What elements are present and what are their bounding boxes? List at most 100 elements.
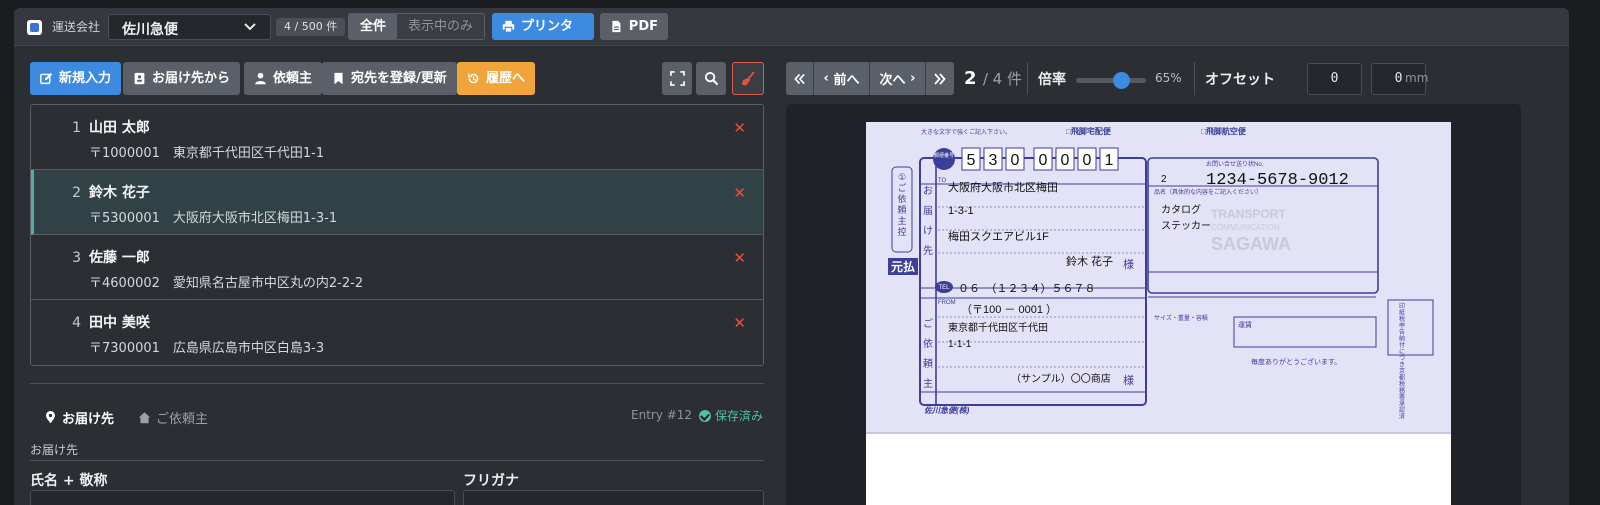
delete-icon[interactable]: ✕ <box>733 249 746 267</box>
shipping-slip: 5300001 郵便番号 2 お問い合せ送り状No. 1234-5678-901… <box>866 122 1451 434</box>
postal-label: 郵便番号 <box>934 152 954 159</box>
history-button[interactable]: 履歴へ <box>457 62 536 95</box>
to-name: 鈴木 花子 <box>1066 254 1113 268</box>
service-2: □飛脚航空便 <box>1201 126 1247 136</box>
register-address-button[interactable]: 宛先を登録/更新 <box>322 62 457 95</box>
delete-icon[interactable]: ✕ <box>733 119 746 137</box>
check-circle-icon <box>699 409 711 422</box>
search-button[interactable] <box>696 62 726 95</box>
tab-destination-label: お届け先 <box>62 412 115 427</box>
fullscreen-button[interactable] <box>662 62 692 95</box>
item-name: 佐藤 一郎 <box>89 250 150 266</box>
header-text: 大きな文字で強くご記入下さい。 <box>921 128 1011 136</box>
home-icon <box>138 412 151 424</box>
new-entry-button[interactable]: 新規入力 <box>30 62 122 95</box>
from-honorific: 様 <box>1123 373 1134 387</box>
address-card-icon <box>134 72 145 85</box>
saved-status: 保存済み <box>699 407 763 424</box>
request-vertical-label: ① ご依頼主控 <box>897 172 906 237</box>
clear-button[interactable] <box>732 62 764 95</box>
page-indicator: 2 / 4 件 <box>964 68 1022 89</box>
item-name: 山田 太郎 <box>89 120 150 136</box>
list-item[interactable]: 1 山田 太郎 〒1000001 東京都千代田区千代田1-1 ✕ <box>31 105 763 170</box>
motobarai-label: 元払 <box>891 259 915 274</box>
postal-digit: 0 <box>1083 152 1092 169</box>
item-address: 〒5300001 大阪府大阪市北区梅田1-3-1 <box>89 211 338 226</box>
offset-x-input[interactable]: 0 <box>1307 63 1362 95</box>
item-number: 3 <box>72 250 81 266</box>
zoom-label: 倍率 <box>1038 72 1066 88</box>
next-label: 次へ <box>879 73 906 88</box>
bookmark-icon <box>334 72 343 85</box>
new-entry-label: 新規入力 <box>59 71 112 86</box>
kana-field[interactable] <box>463 490 764 505</box>
honorific: 様 <box>1123 257 1134 271</box>
item-number: 2 <box>72 185 81 201</box>
pdf-button[interactable]: PDF <box>600 13 668 40</box>
first-page-button[interactable] <box>786 62 814 95</box>
list-item-selected[interactable]: 2 鈴木 花子 〒5300001 大阪府大阪市北区梅田1-3-1 ✕ <box>31 170 763 235</box>
size-label: サイズ・重量・容積 <box>1154 314 1208 322</box>
requester-button[interactable]: 依頼主 <box>244 62 323 95</box>
watermark-2: COMMUNICATION <box>1211 223 1280 232</box>
tab-requester[interactable]: ご依頼主 <box>138 408 208 427</box>
to-address-3: 梅田スクエアビル1F <box>948 229 1049 243</box>
delete-icon[interactable]: ✕ <box>733 184 746 202</box>
saved-label: 保存済み <box>715 409 764 423</box>
last-page-button[interactable] <box>926 62 954 95</box>
print-preview: 5300001 郵便番号 2 お問い合せ送り状No. 1234-5678-901… <box>786 104 1521 505</box>
tax-stamp-label: 印紙税申告納付につき京都税務署承認済 <box>1399 303 1405 421</box>
name-field[interactable] <box>30 490 455 505</box>
to-tel: ０６ （１２３４）５６７８ <box>958 282 1096 295</box>
page-navigation: ‹ 前へ 次へ › <box>786 62 954 95</box>
chevron-down-icon <box>244 23 256 31</box>
delete-icon[interactable]: ✕ <box>733 314 746 332</box>
divider <box>1027 62 1028 95</box>
section-title: お届け先 <box>30 443 79 457</box>
from-label: FROM <box>938 300 956 306</box>
offset-unit: mm <box>1405 71 1429 85</box>
item-1: カタログ <box>1161 203 1201 216</box>
postal-digit: 1 <box>1105 152 1114 169</box>
chevron-right-icon: › <box>905 71 916 86</box>
filter-all-button[interactable]: 全件 <box>349 14 398 39</box>
edit-icon <box>40 72 53 85</box>
divider <box>1194 62 1195 95</box>
prev-page-button[interactable]: ‹ 前へ <box>814 62 870 95</box>
item-number: 1 <box>72 120 81 136</box>
entry-id: Entry #12 <box>631 408 693 422</box>
list-item[interactable]: 4 田中 美咲 〒7300001 広島県広島市中区白島3-3 ✕ <box>31 300 763 365</box>
filter-toggle: 全件 表示中のみ <box>348 13 486 40</box>
service-1: □飛脚宅配便 <box>1066 126 1112 136</box>
postal-digit: 0 <box>1061 152 1070 169</box>
offset-label: オフセット <box>1205 72 1275 88</box>
inquiry-label: お問い合せ送り状No. <box>1206 160 1264 168</box>
carrier-select[interactable]: 佐川急便 <box>108 14 271 40</box>
preview-sheet: 5300001 郵便番号 2 お問い合せ送り状No. 1234-5678-901… <box>866 122 1451 505</box>
tab-destination[interactable]: お届け先 <box>44 408 114 427</box>
from-postal: （〒100 － 0001 ） <box>961 303 1057 316</box>
pdf-button-label: PDF <box>628 19 658 34</box>
watermark-1: TRANSPORT <box>1211 207 1286 221</box>
divider <box>30 460 764 461</box>
carrier-checkbox[interactable] <box>27 20 42 35</box>
tel-label: TEL <box>938 285 950 291</box>
record-count-badge: 4 / 500 件 <box>276 18 346 36</box>
from-destination-button[interactable]: お届け先から <box>123 62 241 95</box>
thanks-text: 毎度ありがとうございます。 <box>1251 357 1341 366</box>
next-page-button[interactable]: 次へ › <box>870 62 926 95</box>
requester-label: 依頼主 <box>273 71 313 86</box>
list-item[interactable]: 3 佐藤 一郎 〒4600002 愛知県名古屋市中区丸の内2-2-2 ✕ <box>31 235 763 300</box>
zoom-slider[interactable] <box>1076 72 1146 89</box>
to-address-2: 1-3-1 <box>948 205 974 217</box>
divider <box>30 383 764 384</box>
search-icon <box>704 71 718 86</box>
to-address-1: 大阪府大阪市北区梅田 <box>948 180 1058 194</box>
pdf-file-icon <box>612 20 621 33</box>
zoom-slider-handle[interactable] <box>1113 72 1130 89</box>
filter-visible-button[interactable]: 表示中のみ <box>397 14 485 39</box>
from-address-2: 1-1-1 <box>948 339 972 350</box>
print-button[interactable]: プリンタ <box>492 13 594 40</box>
postal-code-boxes: 5300001 <box>961 147 1119 171</box>
carrier-select-value: 佐川急便 <box>122 22 178 38</box>
